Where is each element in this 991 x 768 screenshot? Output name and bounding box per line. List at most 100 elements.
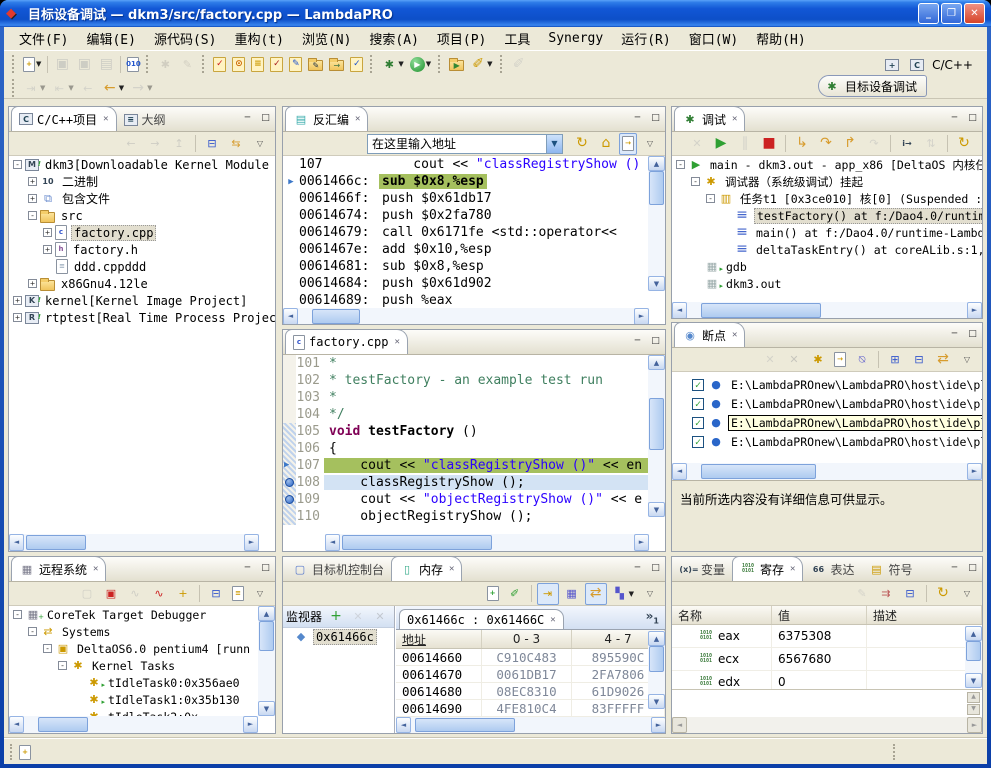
maximize-view-button[interactable]: □ (650, 336, 661, 346)
disasm-line[interactable]: 00614689:push %eax (283, 292, 665, 309)
kernel-tasks-node[interactable]: -✱Kernel Tasks (9, 657, 275, 674)
collapse-toggle[interactable]: - (58, 661, 67, 670)
step-over-button[interactable]: ↷ (815, 133, 837, 155)
address-combo[interactable]: 在这里输入地址▼ (367, 134, 563, 154)
vertical-scrollbar[interactable]: ▲▼ (258, 606, 275, 716)
step-into-button[interactable]: ↳ (791, 133, 813, 155)
scroll-thumb[interactable] (701, 464, 816, 479)
debugger-node[interactable]: -✱调试器（系统级调试）挂起 (672, 173, 982, 190)
cpp-perspective-label[interactable]: C/C++ (932, 58, 973, 72)
stack-frame-main[interactable]: ≡main() at f:/Dao4.0/runtime-Lambda (672, 224, 982, 241)
project-dkm3[interactable]: -M!dkm3[Downloadable Kernel Module Proj (9, 156, 275, 173)
forward-button[interactable]: →▼ (127, 77, 155, 99)
expand-toggle[interactable]: + (28, 194, 37, 203)
horizontal-scrollbar[interactable]: ◄► (325, 534, 649, 551)
close-view-icon[interactable]: ✕ (93, 564, 98, 574)
column-name[interactable]: 名称 (672, 606, 772, 624)
validate-button[interactable]: ✓ (347, 53, 366, 75)
memory-table[interactable]: 00614660C910C483895590C006146700061DB172… (396, 649, 665, 717)
collapse-toggle[interactable]: - (676, 160, 685, 169)
launch-node[interactable]: -▶main - dkm3.out - app_x86 [DeltaOS 内核任… (672, 156, 982, 173)
scroll-thumb[interactable] (649, 171, 664, 205)
attach-target-button[interactable]: ▣ (100, 583, 122, 605)
tab-target-console[interactable]: ▢目标机控制台 (285, 558, 391, 581)
suspend-button[interactable]: ∥ (734, 133, 756, 155)
memory-row[interactable]: 006146904FE810C483FFFFF (396, 700, 665, 717)
previous-annotation-button[interactable]: ⇥▼ (20, 77, 48, 99)
expand-toggle[interactable]: + (28, 279, 37, 288)
scroll-thumb[interactable] (649, 646, 664, 672)
tab-breakpoints[interactable]: ◉断点✕ (674, 322, 745, 347)
view-menu-button[interactable]: ▽ (639, 583, 661, 605)
open-perspective-button[interactable]: + (882, 54, 902, 76)
column-description[interactable]: 描述 (867, 606, 982, 624)
collapse-toggle[interactable]: - (28, 211, 37, 220)
tab-memory[interactable]: ▯内存✕ (391, 556, 462, 581)
scroll-right-button[interactable]: ► (651, 717, 665, 733)
scroll-thumb[interactable] (312, 309, 360, 324)
refresh-button[interactable]: ↻ (571, 133, 593, 155)
print-button[interactable]: ▤ (95, 53, 117, 75)
link-with-editor-button[interactable]: ⇆ (225, 133, 247, 155)
scroll-left-button[interactable]: ◄ (9, 534, 24, 551)
close-view-icon[interactable]: ✕ (790, 564, 795, 574)
breakpoint-row[interactable]: ✓●E:\LambdaPROnew\LambdaPRO\host\ide\pla… (672, 375, 982, 394)
collapse-toggle[interactable]: - (13, 160, 22, 169)
editor-marker-bar[interactable] (283, 491, 296, 508)
horizontal-scrollbar[interactable]: ◄► (672, 717, 982, 733)
scroll-left-button[interactable]: ◄ (9, 716, 24, 733)
code-line[interactable]: 104*/ (283, 406, 665, 423)
external-tools-button[interactable]: ✐▼ (467, 53, 495, 75)
test-report-button[interactable]: ✎ (286, 53, 305, 75)
editor-marker-bar[interactable] (283, 440, 296, 457)
close-view-icon[interactable]: ✕ (394, 337, 399, 347)
code-line[interactable]: 103* (283, 389, 665, 406)
code-review-button[interactable]: ✓ (267, 53, 286, 75)
scroll-down-button[interactable]: ▼ (258, 701, 275, 716)
code-line[interactable]: 109 cout << "objectRegistryShow ()" << e (283, 491, 665, 508)
breakpoint-checkbox[interactable]: ✓ (692, 417, 704, 429)
define-connection-button[interactable]: ▢ (76, 583, 98, 605)
scroll-down-button[interactable]: ▼ (648, 276, 665, 291)
memory-rendering-tab[interactable]: 0x61466c : 0x61466C ✕ (399, 609, 564, 629)
close-rendering-icon[interactable]: ✕ (550, 615, 555, 625)
expand-toggle[interactable]: + (28, 177, 37, 186)
show-supported-breakpoints-button[interactable]: ✱ (807, 349, 829, 371)
connect-button[interactable]: ∿ (124, 583, 146, 605)
save-button[interactable]: ▣ (51, 53, 73, 75)
menu-item[interactable]: 工具 (495, 27, 539, 50)
resume-button[interactable]: ▶ (710, 133, 732, 155)
vertical-scrollbar[interactable]: ▲▼ (965, 626, 982, 688)
collapse-toggle[interactable]: - (13, 610, 22, 619)
scroll-up-button[interactable]: ▲ (648, 631, 665, 646)
remove-monitor-button[interactable]: ✕ (347, 606, 369, 628)
remove-all-breakpoints-button[interactable]: ✕ (783, 349, 805, 371)
remove-terminated-button[interactable]: ✕ (686, 133, 708, 155)
disassembly-listing[interactable]: 107 cout << "classRegistryShow ()▶006146… (283, 156, 665, 309)
scroll-left-button[interactable]: ◄ (283, 308, 298, 325)
tab-debug[interactable]: ✱调试✕ (674, 106, 745, 131)
breakpoint-checkbox[interactable]: ✓ (692, 436, 704, 448)
annotate-button[interactable]: ✐ (508, 53, 530, 75)
pin-memory-button[interactable]: ✐ (504, 583, 526, 605)
editor-marker-bar[interactable] (283, 372, 296, 389)
breakpoint-row[interactable]: ✓●E:\LambdaPROnew\LambdaPRO\host\ide\pla… (672, 413, 982, 432)
expand-toggle[interactable]: + (43, 228, 52, 237)
minimize-view-button[interactable]: ─ (632, 113, 643, 123)
horizontal-scrollbar[interactable]: ◄► (672, 302, 982, 319)
scroll-right-button[interactable]: ► (243, 716, 258, 733)
editor-marker-bar[interactable] (283, 355, 296, 372)
collapse-all-button[interactable]: ⊟ (899, 583, 921, 605)
menu-item[interactable]: 搜索(A) (360, 27, 427, 50)
scroll-right-button[interactable]: ► (244, 534, 259, 551)
memory-row[interactable]: 0061468008EC831061D9026 (396, 683, 665, 700)
horizontal-scrollbar[interactable]: ◄► (396, 717, 665, 733)
tab-remote-systems[interactable]: ▦远程系统✕ (11, 556, 106, 581)
editor-marker-bar[interactable] (283, 389, 296, 406)
editor-marker-bar[interactable] (283, 406, 296, 423)
horizontal-scrollbar[interactable]: ◄► (283, 308, 649, 325)
editor-marker-bar[interactable]: ▶ (283, 457, 296, 474)
task-tidletask1[interactable]: ✱▸tIdleTask1:0x35b130 (9, 691, 275, 708)
maximize-view-button[interactable]: □ (967, 563, 978, 573)
show-logical-structure-button[interactable]: ⇉ (875, 583, 897, 605)
